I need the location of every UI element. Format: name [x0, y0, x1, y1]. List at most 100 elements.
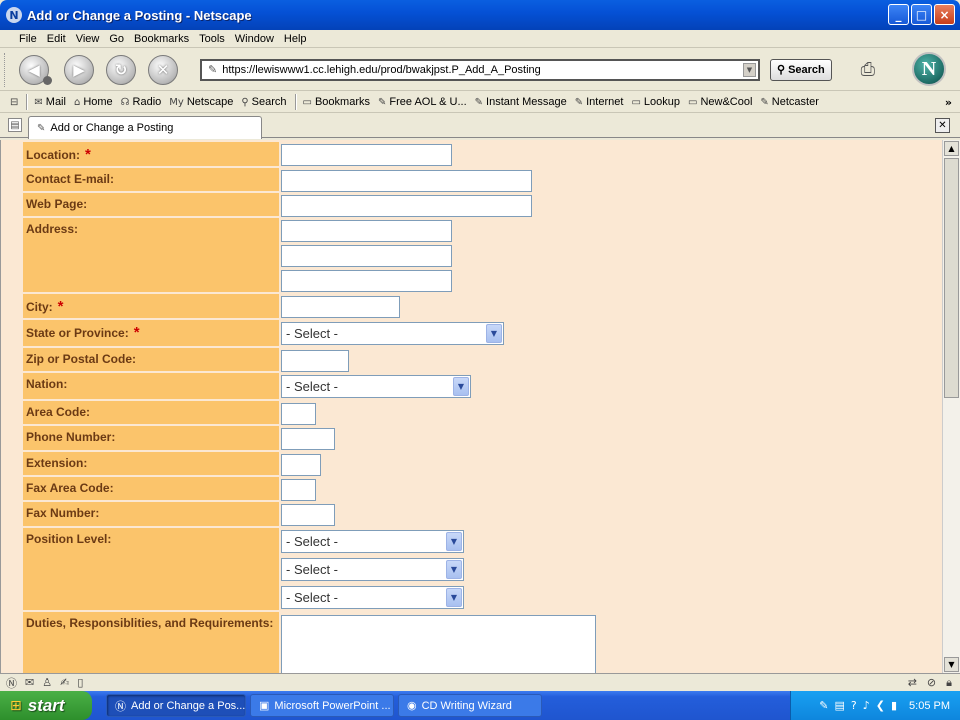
title-bar[interactable]: N Add or Change a Posting - Netscape _ □…: [0, 0, 960, 30]
menu-window[interactable]: Window: [230, 33, 279, 45]
taskbar-item-netscape[interactable]: Ⓝ Add or Change a Pos...: [106, 694, 246, 717]
position-level-row: Position Level: - Select - ▼ - Select - ▼ …: [23, 528, 942, 612]
clock[interactable]: 5:05 PM: [909, 700, 950, 712]
chevron-more-icon[interactable]: »: [945, 96, 952, 109]
bookmark-label: Bookmarks: [314, 96, 370, 108]
position-level-select-3[interactable]: - Select - ▼: [281, 586, 464, 609]
scroll-down-icon[interactable]: ▼: [944, 657, 959, 672]
start-label: start: [27, 695, 65, 715]
address-line-2-input[interactable]: [281, 245, 452, 267]
zip-input[interactable]: [281, 350, 349, 372]
back-history-dropdown[interactable]: [43, 76, 52, 85]
volume-icon[interactable]: ♪: [863, 699, 870, 712]
taskbar-item-powerpoint[interactable]: ▣ Microsoft PowerPoint ...: [250, 694, 394, 717]
tray-arrow-icon[interactable]: ❮: [876, 699, 885, 712]
required-marker: *: [133, 324, 140, 341]
page-proxy-icon[interactable]: ✎: [208, 63, 217, 76]
position-level-select-2[interactable]: - Select - ▼: [281, 558, 464, 581]
powerpoint-icon: ▣: [259, 700, 270, 712]
select-value: - Select -: [286, 590, 339, 605]
address-line-1-input[interactable]: [281, 220, 452, 242]
bookmark-free-aol[interactable]: ✎ Free AOL & U...: [378, 96, 467, 108]
bookmark-bookmarks[interactable]: ▭ Bookmarks: [303, 96, 370, 108]
bookmark-radio[interactable]: ☊ Radio: [121, 96, 162, 108]
position-level-select-1[interactable]: - Select - ▼: [281, 530, 464, 553]
toolbar-grip[interactable]: [4, 52, 7, 87]
menu-go[interactable]: Go: [104, 33, 129, 45]
minimize-button[interactable]: _: [888, 4, 909, 25]
pen-tool-icon[interactable]: ✎: [819, 699, 828, 712]
contact-email-input[interactable]: [281, 170, 532, 192]
netscape-status-icon[interactable]: Ⓝ: [6, 675, 17, 691]
location-input[interactable]: [281, 144, 452, 166]
bookmark-mail[interactable]: ✉ Mail: [34, 96, 66, 108]
scroll-thumb[interactable]: [944, 158, 959, 398]
menu-bookmarks[interactable]: Bookmarks: [129, 33, 194, 45]
vertical-scrollbar[interactable]: ▲ ▼: [942, 140, 960, 673]
close-tab-icon[interactable]: ✕: [935, 118, 950, 133]
web-page-input[interactable]: [281, 195, 532, 217]
buddy-icon[interactable]: ♙: [42, 676, 52, 689]
phone-input[interactable]: [281, 428, 335, 450]
reload-button[interactable]: ↻: [106, 54, 136, 85]
menu-help[interactable]: Help: [279, 33, 312, 45]
city-input[interactable]: [281, 296, 400, 318]
duties-textarea[interactable]: [281, 615, 596, 673]
bookmark-netcaster[interactable]: ✎ Netcaster: [760, 96, 818, 108]
select-value: - Select -: [286, 562, 339, 577]
bookmark-internet[interactable]: ✎ Internet: [575, 96, 624, 108]
help-icon[interactable]: ?: [851, 699, 857, 712]
menu-file[interactable]: File: [14, 33, 42, 45]
toolbar-grip-small[interactable]: ⊟: [10, 97, 18, 108]
tab-add-posting[interactable]: ✎ Add or Change a Posting: [28, 116, 262, 139]
url-text[interactable]: https://lewiswww1.cc.lehigh.edu/prod/bwa…: [222, 64, 743, 76]
bookmark-new-cool[interactable]: ▭ New&Cool: [688, 96, 752, 108]
link-icon: ✎: [574, 96, 584, 108]
mail-icon[interactable]: ✉: [25, 676, 34, 689]
address-book-icon[interactable]: ▯: [77, 676, 83, 689]
mail-icon: ✉: [34, 96, 43, 108]
bookmark-lookup[interactable]: ▭ Lookup: [631, 96, 680, 108]
bookmark-instant-message[interactable]: ✎ Instant Message: [475, 96, 567, 108]
stop-button[interactable]: ✕: [148, 54, 178, 85]
print-icon[interactable]: ⎙: [854, 58, 882, 82]
taskbar-item-cd-writing[interactable]: ◉ CD Writing Wizard: [398, 694, 542, 717]
toolbar-separator: [26, 94, 29, 110]
bookmark-label: Radio: [132, 96, 162, 108]
close-button[interactable]: ×: [934, 4, 955, 25]
address-line-3-input[interactable]: [281, 270, 452, 292]
menu-bar: File Edit View Go Bookmarks Tools Window…: [0, 30, 960, 48]
state-select[interactable]: - Select - ▼: [281, 322, 504, 345]
link-icon: ✎: [474, 96, 484, 108]
back-arrow-icon: ◀: [28, 60, 40, 79]
area-code-label: Area Code:: [23, 401, 279, 426]
url-bar[interactable]: ✎ https://lewiswww1.cc.lehigh.edu/prod/b…: [200, 58, 760, 81]
network-icon[interactable]: ▤: [834, 699, 844, 712]
fax-number-label: Fax Number:: [23, 502, 279, 528]
composer-icon[interactable]: ✍: [60, 676, 69, 689]
menu-edit[interactable]: Edit: [42, 33, 71, 45]
extension-input[interactable]: [281, 454, 321, 476]
search-button[interactable]: ⚲ Search: [770, 58, 832, 81]
popup-blocker-icon[interactable]: ⊘: [927, 676, 936, 690]
web-page-label: Web Page:: [23, 193, 279, 218]
url-dropdown-icon[interactable]: ▼: [743, 62, 756, 77]
scroll-up-icon[interactable]: ▲: [944, 141, 959, 156]
fax-number-input[interactable]: [281, 504, 335, 526]
maximize-button[interactable]: □: [911, 4, 932, 25]
netscape-logo-icon[interactable]: N: [912, 52, 946, 86]
magnifier-icon: ⚲: [777, 64, 786, 76]
start-button[interactable]: ⊞ start: [0, 691, 92, 720]
forward-button[interactable]: ▶: [64, 54, 94, 85]
lock-icon[interactable]: 🔒︎: [946, 676, 952, 690]
area-code-input[interactable]: [281, 403, 316, 425]
bookmark-search[interactable]: ⚲ Search: [241, 96, 286, 108]
battery-icon[interactable]: ▮: [891, 699, 897, 712]
menu-tools[interactable]: Tools: [194, 33, 230, 45]
nation-select[interactable]: - Select - ▼: [281, 375, 471, 398]
bookmark-home[interactable]: ⌂ Home: [74, 96, 113, 108]
new-tab-icon[interactable]: ▤: [8, 118, 22, 132]
fax-area-input[interactable]: [281, 479, 316, 501]
menu-view[interactable]: View: [71, 33, 105, 45]
bookmark-my-netscape[interactable]: My Netscape: [169, 96, 233, 108]
